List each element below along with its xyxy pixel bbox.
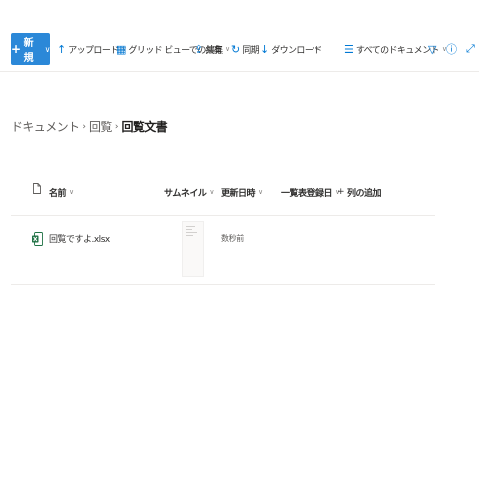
thumbnail-line xyxy=(186,235,193,236)
breadcrumb-item-kairan[interactable]: 回覧 xyxy=(89,118,112,135)
excel-icon xyxy=(32,232,43,246)
share-button[interactable]: ⇪ 共有 ∨ xyxy=(194,38,230,60)
more-button[interactable]: ··· xyxy=(312,38,319,60)
breadcrumb: ドキュメント › 回覧 › 回覧文書 xyxy=(11,118,168,135)
chevron-down-icon: ∨ xyxy=(69,188,75,196)
new-button-label: 新規 xyxy=(23,38,34,64)
sync-icon: ↻ xyxy=(231,42,241,56)
column-header-modified-label: 更新日時 xyxy=(221,188,256,199)
add-column-label: 列の追加 xyxy=(347,188,382,199)
column-header-registered-label: 一覧表登録日 xyxy=(281,188,333,199)
info-button[interactable]: ⓘ xyxy=(446,38,457,60)
upload-label: アップロード xyxy=(68,45,119,56)
chevron-right-icon: › xyxy=(114,121,119,132)
breadcrumb-current: 回覧文書 xyxy=(121,120,168,134)
file-modified: 数秒前 xyxy=(221,234,244,243)
new-button[interactable]: + 新規 ∨ xyxy=(11,33,51,65)
expand-icon: ⤢ xyxy=(466,42,475,55)
column-header-modified[interactable]: 更新日時 ∨ xyxy=(221,182,263,202)
share-icon: ⇪ xyxy=(194,42,204,56)
expand-button[interactable]: ⤢ xyxy=(466,38,475,60)
plus-icon: + xyxy=(11,42,21,56)
command-bar: + 新規 ∨ ↑ アップロード ∨ ▦ グリッド ビューでの編集 ⇪ 共有 ∨ … xyxy=(0,0,479,72)
breadcrumb-item-documents[interactable]: ドキュメント xyxy=(11,118,80,135)
info-icon: ⓘ xyxy=(446,43,457,56)
column-header-name[interactable]: 名前 ∨ xyxy=(49,182,74,202)
plus-icon: + xyxy=(337,187,345,197)
chevron-down-icon: ∨ xyxy=(209,188,215,196)
row-divider xyxy=(11,284,435,285)
chevron-right-icon: › xyxy=(82,121,87,132)
header-divider xyxy=(11,215,435,216)
chevron-down-icon: ∨ xyxy=(44,44,51,54)
thumbnail-line xyxy=(186,232,197,233)
view-label: すべてのドキュメント xyxy=(355,45,440,56)
chevron-down-icon: ∨ xyxy=(225,45,231,53)
download-icon: ↓ xyxy=(260,42,270,56)
more-icon: ··· xyxy=(312,44,319,54)
upload-arrow-icon: ↑ xyxy=(57,42,67,56)
column-header-name-label: 名前 xyxy=(49,188,67,199)
document-type-icon[interactable] xyxy=(33,183,41,194)
filter-icon: ▽ xyxy=(428,42,437,56)
share-label: 共有 xyxy=(205,45,223,56)
column-header-thumbnail-label: サムネイル xyxy=(164,188,207,199)
file-thumbnail[interactable] xyxy=(182,221,204,277)
list-view-icon: ☰ xyxy=(344,42,354,56)
thumbnail-line xyxy=(186,226,195,227)
add-column-button[interactable]: + 列の追加 xyxy=(337,182,382,202)
column-header-registered[interactable]: 一覧表登録日 ∨ xyxy=(281,182,340,202)
chevron-down-icon: ∨ xyxy=(258,188,264,196)
file-name-link[interactable]: 回覧ですよ.xlsx xyxy=(49,232,110,245)
sync-label: 同期 xyxy=(242,45,260,56)
sync-button[interactable]: ↻ 同期 xyxy=(231,38,260,60)
grid-icon: ▦ xyxy=(116,42,127,56)
column-header-thumbnail[interactable]: サムネイル ∨ xyxy=(164,182,214,202)
thumbnail-line xyxy=(186,229,192,230)
filter-button[interactable]: ▽ xyxy=(428,38,436,60)
